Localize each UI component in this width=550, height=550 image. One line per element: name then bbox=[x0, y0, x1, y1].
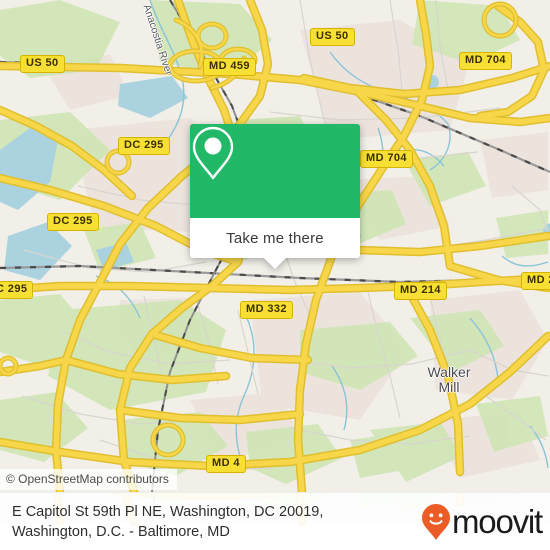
road-shield-dc295-top[interactable]: DC 295 bbox=[118, 137, 170, 155]
footer-bar: E Capitol St 59th Pl NE, Washington, DC … bbox=[0, 492, 550, 550]
place-label-walker-mill: Walker Mill bbox=[427, 364, 471, 395]
map-pin-icon bbox=[192, 126, 234, 180]
address-block: E Capitol St 59th Pl NE, Washington, DC … bbox=[0, 502, 323, 542]
road-shield-md704-top[interactable]: MD 704 bbox=[459, 52, 512, 70]
road-shield-dc295-edge[interactable]: C 295 bbox=[0, 281, 34, 299]
moovit-smiley-pin-icon bbox=[422, 503, 450, 540]
moovit-location-card: Anacostia River Walker Mill US 50 MD 459… bbox=[0, 0, 550, 550]
road-shield-md459[interactable]: MD 459 bbox=[203, 58, 256, 76]
map-canvas[interactable]: Anacostia River Walker Mill US 50 MD 459… bbox=[0, 0, 550, 492]
road-shield-us50-west[interactable]: US 50 bbox=[20, 55, 65, 73]
address-line-1: E Capitol St 59th Pl NE, Washington, DC … bbox=[12, 503, 324, 520]
road-shield-md214[interactable]: MD 214 bbox=[394, 282, 447, 300]
road-shield-us50-east[interactable]: US 50 bbox=[310, 28, 355, 46]
road-shield-dc295-mid[interactable]: DC 295 bbox=[47, 213, 99, 231]
address-line-2: Washington, D.C. - Baltimore, MD bbox=[12, 523, 230, 540]
take-me-there-button[interactable]: Take me there bbox=[190, 218, 360, 258]
road-shield-md214-edge[interactable]: MD 21 bbox=[521, 272, 550, 290]
moovit-wordmark: moovit bbox=[452, 503, 543, 540]
location-callout-card[interactable]: Take me there bbox=[190, 124, 360, 269]
moovit-brand[interactable]: moovit bbox=[421, 503, 543, 541]
map-attribution[interactable]: © OpenStreetMap contributors bbox=[0, 469, 177, 490]
callout-icon-area bbox=[190, 124, 360, 218]
road-shield-md4[interactable]: MD 4 bbox=[206, 455, 246, 473]
road-shield-md332[interactable]: MD 332 bbox=[240, 301, 293, 319]
callout-pointer bbox=[264, 258, 286, 269]
road-shield-md704-mid[interactable]: MD 704 bbox=[360, 150, 413, 168]
